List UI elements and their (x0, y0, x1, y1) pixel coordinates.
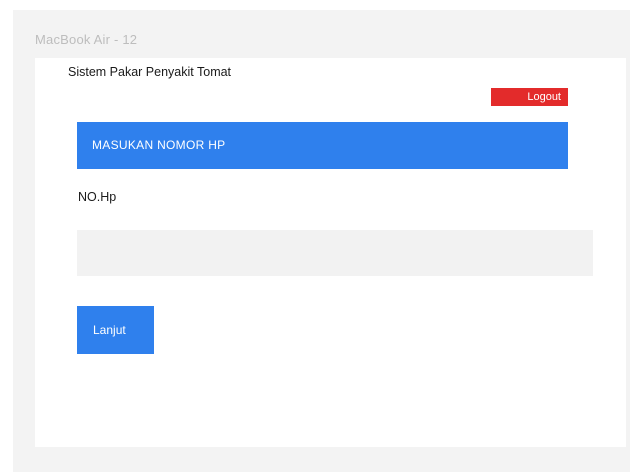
frame-label: MacBook Air - 12 (35, 32, 138, 47)
phone-input[interactable] (77, 230, 593, 276)
logout-button[interactable]: Logout (491, 88, 568, 106)
phone-label: NO.Hp (78, 190, 117, 204)
next-button[interactable]: Lanjut (77, 306, 154, 354)
section-header: MASUKAN NOMOR HP (77, 122, 568, 169)
app-title: Sistem Pakar Penyakit Tomat (68, 65, 232, 79)
